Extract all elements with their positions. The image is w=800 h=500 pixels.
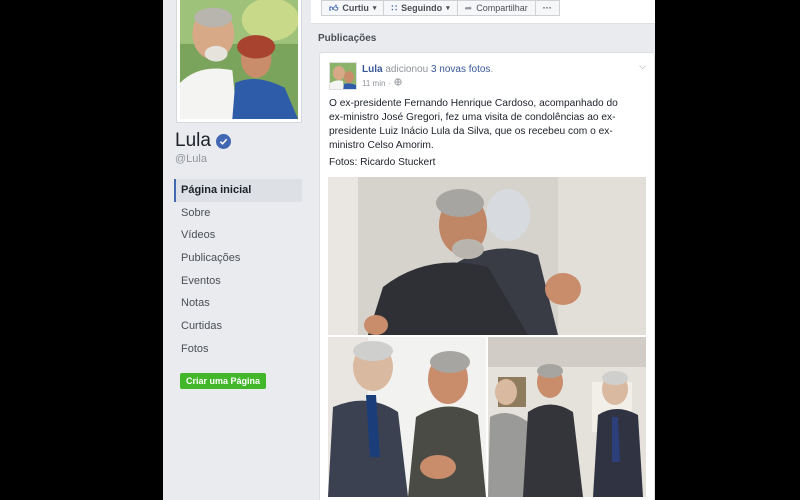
create-page-button[interactable]: Criar uma Página [180,373,267,389]
sidebar-item-notes[interactable]: Notas [174,292,302,315]
post-photos-link[interactable]: 3 novas fotos [431,64,490,75]
post-card: Lula adicionou 3 novas fotos. 11 min · ⌵… [319,52,655,500]
more-button[interactable]: ··· [535,0,560,16]
like-button[interactable]: 👍︎ Curtiu ▾ [321,0,385,16]
verified-check-icon [215,133,231,149]
profile-picture[interactable] [177,0,301,122]
page-name-text[interactable]: Lula [175,130,211,152]
rss-icon: ∷ [391,2,398,13]
page-action-bar: 👍︎ Curtiu ▾ ∷ Seguindo ▾ ➦ Compartilhar … [311,0,655,24]
post-author[interactable]: Lula [362,64,383,75]
post-photo-3[interactable] [488,337,646,497]
globe-icon [394,78,402,88]
post-header: Lula adicionou 3 novas fotos. [362,64,493,75]
right-column: 👍︎ Curtiu ▾ ∷ Seguindo ▾ ➦ Compartilhar … [311,0,655,500]
screenshot-stage: Lula @Lula Página inicial Sobre Vídeos P… [0,0,800,500]
following-label: Seguindo [401,3,443,13]
page-handle: @Lula [175,153,207,165]
following-button[interactable]: ∷ Seguindo ▾ [384,0,458,16]
sidebar-item-home[interactable]: Página inicial [174,179,302,202]
meta-separator: · [388,78,392,88]
post-meta: 11 min · [362,78,402,88]
section-title: Publicações [318,33,377,44]
sidebar-item-likes[interactable]: Curtidas [174,315,302,338]
post-photo-2[interactable] [328,337,486,497]
share-label: Compartilhar [476,3,528,13]
sidebar-item-about[interactable]: Sobre [174,202,302,225]
sidebar-item-photos[interactable]: Fotos [174,338,302,361]
avatar[interactable] [329,62,357,90]
post-options-chevron-down-icon[interactable]: ⌵ [639,61,646,72]
thumbs-up-icon: 👍︎ [329,2,339,13]
chevron-down-icon: ▾ [372,5,377,12]
post-time[interactable]: 11 min [362,79,385,88]
left-column: Lula @Lula Página inicial Sobre Vídeos P… [163,0,311,500]
share-arrow-icon: ➦ [464,2,473,13]
page-name[interactable]: Lula [175,130,231,152]
post-credit: Fotos: Ricardo Stuckert [329,157,436,168]
post-period: . [490,64,494,75]
sidebar-item-videos[interactable]: Vídeos [174,224,302,247]
chevron-down-icon: ▾ [446,5,450,12]
like-label: Curtiu [342,3,369,13]
post-body: O ex-presidente Fernando Henrique Cardos… [329,98,618,151]
share-button[interactable]: ➦ Compartilhar [457,0,536,16]
post-photo-main[interactable] [328,177,646,335]
sidebar-item-posts[interactable]: Publicações [174,247,302,270]
sidebar-nav: Página inicial Sobre Vídeos Publicações … [174,179,302,361]
post-action-text: adicionou [385,64,429,75]
sidebar-item-events[interactable]: Eventos [174,270,302,293]
